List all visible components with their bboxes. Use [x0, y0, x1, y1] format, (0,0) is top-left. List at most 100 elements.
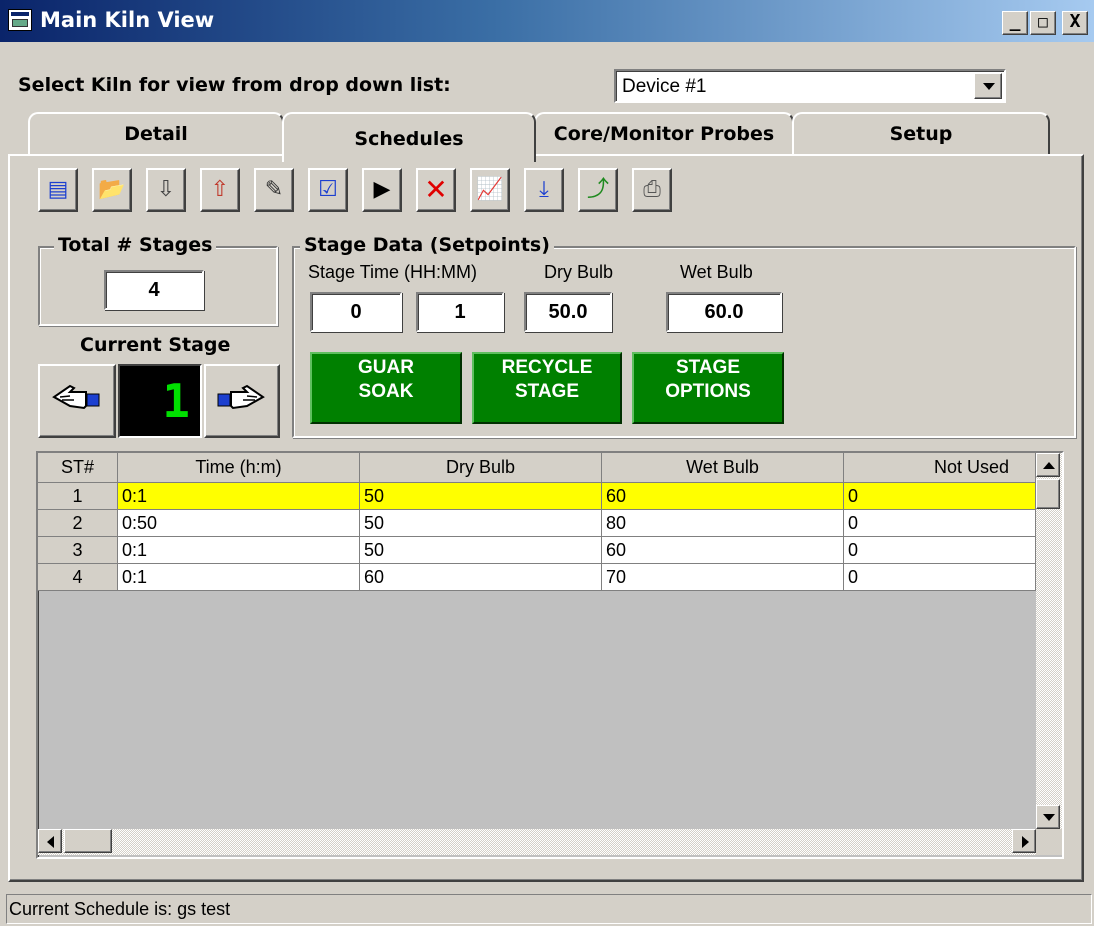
- time-cell[interactable]: 0:50: [118, 510, 360, 537]
- column-header-dry-bulb[interactable]: Dry Bulb: [360, 453, 602, 483]
- wet-bulb-cell[interactable]: 60: [602, 483, 844, 510]
- tab-label: Schedules: [354, 128, 464, 150]
- guar-soak-button[interactable]: GUAR SOAK: [310, 352, 462, 424]
- guar-soak-line2: SOAK: [358, 381, 414, 402]
- arrow-down-icon: [1043, 814, 1055, 821]
- column-header-time[interactable]: Time (h:m): [118, 453, 360, 483]
- table-row[interactable]: 2 0:50 50 80 0: [38, 510, 1036, 537]
- arrow-right-icon: [1022, 836, 1029, 848]
- table-row[interactable]: 4 0:1 60 70 0: [38, 564, 1036, 591]
- total-stages-group: Total # Stages 4: [38, 234, 278, 326]
- current-stage-value: 1: [162, 374, 190, 428]
- export-button[interactable]: ⤴: [578, 168, 618, 212]
- minimize-button[interactable]: _: [1002, 11, 1028, 35]
- row-number-cell[interactable]: 2: [38, 510, 118, 537]
- scroll-up-button[interactable]: [1036, 453, 1060, 477]
- time-cell[interactable]: 0:1: [118, 483, 360, 510]
- schedule-grid[interactable]: ST# Time (h:m) Dry Bulb Wet Bulb Not Use…: [36, 451, 1064, 859]
- dry-bulb-cell[interactable]: 60: [360, 564, 602, 591]
- time-cell[interactable]: 0:1: [118, 564, 360, 591]
- close-button[interactable]: X: [1062, 11, 1088, 35]
- stage-hours-field[interactable]: 0: [310, 292, 402, 332]
- next-stage-button[interactable]: [204, 364, 280, 438]
- total-stages-field[interactable]: 4: [104, 270, 204, 310]
- recycle-stage-button[interactable]: RECYCLE STAGE: [472, 352, 622, 424]
- dry-bulb-field[interactable]: 50.0: [524, 292, 612, 332]
- dry-bulb-cell[interactable]: 50: [360, 483, 602, 510]
- edit-button[interactable]: ✎: [254, 168, 294, 212]
- recycle-stage-line1: RECYCLE: [501, 357, 593, 378]
- scroll-right-button[interactable]: [1012, 829, 1036, 853]
- save-to-kiln-button[interactable]: ⇩: [146, 168, 186, 212]
- stage-options-line1: STAGE: [675, 357, 741, 378]
- horizontal-scrollbar[interactable]: [38, 829, 1036, 855]
- open-folder-button[interactable]: 📂: [92, 168, 132, 212]
- properties-button[interactable]: ☑: [308, 168, 348, 212]
- chart-button[interactable]: 📈: [470, 168, 510, 212]
- table-row[interactable]: 1 0:1 50 60 0: [38, 483, 1036, 510]
- wet-bulb-cell[interactable]: 80: [602, 510, 844, 537]
- save-to-kiln-icon: ⇩: [156, 177, 176, 202]
- kiln-select-dropdown[interactable]: Device #1: [614, 69, 1006, 103]
- tab-label: Detail: [124, 123, 188, 145]
- not-used-cell[interactable]: 0: [844, 537, 1036, 564]
- play-icon: ▶: [373, 177, 391, 202]
- scroll-corner: [1036, 829, 1062, 855]
- arrow-left-icon: [47, 836, 54, 848]
- dry-bulb-cell[interactable]: 50: [360, 510, 602, 537]
- kiln-select-label: Select Kiln for view from drop down list…: [18, 74, 451, 96]
- open-folder-icon: 📂: [98, 177, 126, 202]
- chevron-down-icon: [983, 83, 995, 90]
- load-from-kiln-button[interactable]: ⇧: [200, 168, 240, 212]
- print-icon: ⎙: [643, 177, 661, 202]
- stage-options-button[interactable]: STAGE OPTIONS: [632, 352, 784, 424]
- print-button[interactable]: ⎙: [632, 168, 672, 212]
- not-used-cell[interactable]: 0: [844, 510, 1036, 537]
- row-number-cell[interactable]: 3: [38, 537, 118, 564]
- wet-bulb-cell[interactable]: 60: [602, 537, 844, 564]
- stage-minutes-field[interactable]: 1: [416, 292, 504, 332]
- kiln-select-value: Device #1: [622, 76, 707, 97]
- hand-pointing-left-icon: [52, 384, 100, 410]
- not-used-cell[interactable]: 0: [844, 483, 1036, 510]
- column-header-st[interactable]: ST#: [38, 453, 118, 483]
- column-header-wet-bulb[interactable]: Wet Bulb: [602, 453, 844, 483]
- row-number-cell[interactable]: 1: [38, 483, 118, 510]
- tab-detail[interactable]: Detail: [28, 112, 284, 156]
- status-text: Current Schedule is: gs test: [9, 899, 231, 919]
- status-bar: Current Schedule is: gs test: [6, 894, 1092, 924]
- tab-core-monitor-probes[interactable]: Core/Monitor Probes: [534, 112, 794, 156]
- tab-label: Core/Monitor Probes: [553, 123, 775, 145]
- wet-bulb-cell[interactable]: 70: [602, 564, 844, 591]
- not-used-cell[interactable]: 0: [844, 564, 1036, 591]
- scroll-left-button[interactable]: [38, 829, 62, 853]
- time-cell[interactable]: 0:1: [118, 537, 360, 564]
- scroll-down-button[interactable]: [1036, 805, 1060, 829]
- horizontal-scroll-thumb[interactable]: [64, 829, 112, 853]
- column-header-not-used[interactable]: Not Used: [844, 453, 1036, 483]
- title-bar[interactable]: Main Kiln View _ □ X: [0, 0, 1094, 42]
- wet-bulb-field[interactable]: 60.0: [666, 292, 782, 332]
- edit-icon: ✎: [264, 177, 284, 202]
- delete-icon: ✕: [424, 173, 448, 206]
- load-from-kiln-icon: ⇧: [210, 177, 230, 202]
- new-schedule-button[interactable]: ▤: [38, 168, 78, 212]
- vertical-scrollbar[interactable]: [1036, 453, 1062, 829]
- previous-stage-button[interactable]: [38, 364, 116, 438]
- table-row[interactable]: 3 0:1 50 60 0: [38, 537, 1036, 564]
- hand-pointing-right-icon: [217, 384, 265, 410]
- app-icon: [8, 9, 32, 31]
- tab-setup[interactable]: Setup: [792, 112, 1050, 156]
- tab-schedules[interactable]: Schedules: [282, 112, 536, 162]
- dropdown-arrow-button[interactable]: [974, 73, 1002, 99]
- download-button[interactable]: ⤓: [524, 168, 564, 212]
- vertical-scroll-thumb[interactable]: [1036, 479, 1060, 509]
- dry-bulb-cell[interactable]: 50: [360, 537, 602, 564]
- play-button[interactable]: ▶: [362, 168, 402, 212]
- download-icon: ⤓: [539, 177, 549, 202]
- row-number-cell[interactable]: 4: [38, 564, 118, 591]
- delete-button[interactable]: ✕: [416, 168, 456, 212]
- current-stage-display: 1: [118, 364, 202, 438]
- maximize-button[interactable]: □: [1030, 11, 1056, 35]
- total-stages-title: Total # Stages: [54, 234, 217, 256]
